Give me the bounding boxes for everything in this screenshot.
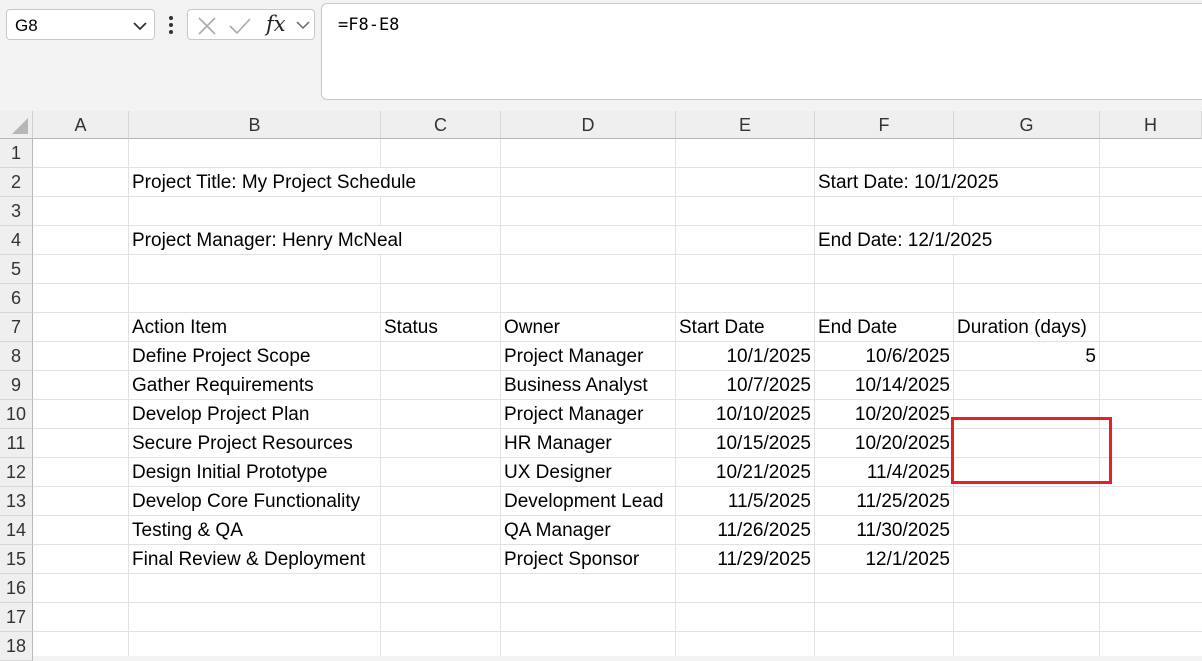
cell-b13[interactable]: Develop Core Functionality bbox=[129, 487, 380, 515]
cell-e15[interactable]: 11/29/2025 bbox=[676, 545, 811, 573]
row-header-18[interactable]: 18 bbox=[0, 632, 33, 661]
cell-f12[interactable]: 11/4/2025 bbox=[815, 458, 950, 486]
cell-f9[interactable]: 10/14/2025 bbox=[815, 371, 950, 399]
cell-e13[interactable]: 11/5/2025 bbox=[676, 487, 811, 515]
cell-b8[interactable]: Define Project Scope bbox=[129, 342, 380, 370]
gridline bbox=[1099, 139, 1100, 656]
cell-d13[interactable]: Development Lead bbox=[501, 487, 675, 515]
row-header-13[interactable]: 13 bbox=[0, 487, 33, 516]
cell-e7[interactable]: Start Date bbox=[676, 313, 814, 341]
cell-d12[interactable]: UX Designer bbox=[501, 458, 675, 486]
cell-b14[interactable]: Testing & QA bbox=[129, 516, 380, 544]
select-all-triangle-icon bbox=[12, 118, 28, 134]
cell-b10[interactable]: Develop Project Plan bbox=[129, 400, 380, 428]
cell-d9[interactable]: Business Analyst bbox=[501, 371, 675, 399]
row-header-6[interactable]: 6 bbox=[0, 284, 33, 313]
cell-d10[interactable]: Project Manager bbox=[501, 400, 675, 428]
row-header-3[interactable]: 3 bbox=[0, 197, 33, 226]
row-header-7[interactable]: 7 bbox=[0, 313, 33, 342]
row-header-1[interactable]: 1 bbox=[0, 139, 33, 168]
row-header-11[interactable]: 11 bbox=[0, 429, 33, 458]
column-header-e[interactable]: E bbox=[676, 111, 815, 139]
cell-g8[interactable]: 5 bbox=[954, 342, 1096, 370]
cancel-icon[interactable] bbox=[196, 15, 218, 37]
cell-f13[interactable]: 11/25/2025 bbox=[815, 487, 950, 515]
cell-c7[interactable]: Status bbox=[381, 313, 500, 341]
confirm-check-icon[interactable] bbox=[228, 15, 252, 37]
cell-e14[interactable]: 11/26/2025 bbox=[676, 516, 811, 544]
row-header-10[interactable]: 10 bbox=[0, 400, 33, 429]
cell-b7[interactable]: Action Item bbox=[129, 313, 380, 341]
column-header-b[interactable]: B bbox=[129, 111, 381, 139]
gridline bbox=[33, 602, 1202, 603]
cell-f10[interactable]: 10/20/2025 bbox=[815, 400, 950, 428]
row-header-14[interactable]: 14 bbox=[0, 516, 33, 545]
formula-text: =F8-E8 bbox=[338, 15, 400, 35]
cell-b9[interactable]: Gather Requirements bbox=[129, 371, 380, 399]
row-header-17[interactable]: 17 bbox=[0, 603, 33, 632]
cell-b11[interactable]: Secure Project Resources bbox=[129, 429, 380, 457]
gridline bbox=[33, 196, 1202, 197]
formula-controls: fx bbox=[187, 9, 315, 40]
cell-e9[interactable]: 10/7/2025 bbox=[676, 371, 811, 399]
highlight-box bbox=[951, 417, 1112, 484]
cell-f11[interactable]: 10/20/2025 bbox=[815, 429, 950, 457]
column-header-g[interactable]: G bbox=[954, 111, 1100, 139]
cell-f14[interactable]: 11/30/2025 bbox=[815, 516, 950, 544]
cell-d8[interactable]: Project Manager bbox=[501, 342, 675, 370]
column-header-f[interactable]: F bbox=[815, 111, 954, 139]
column-header-h[interactable]: H bbox=[1100, 111, 1202, 139]
cell-f4[interactable]: End Date: 12/1/2025 bbox=[815, 226, 993, 254]
row-header-5[interactable]: 5 bbox=[0, 255, 33, 284]
cell-e12[interactable]: 10/21/2025 bbox=[676, 458, 811, 486]
row-header-15[interactable]: 15 bbox=[0, 545, 33, 574]
cell-d15[interactable]: Project Sponsor bbox=[501, 545, 675, 573]
name-box[interactable]: G8 bbox=[6, 9, 155, 40]
cell-f15[interactable]: 12/1/2025 bbox=[815, 545, 950, 573]
cell-b12[interactable]: Design Initial Prototype bbox=[129, 458, 380, 486]
column-header-c[interactable]: C bbox=[381, 111, 501, 139]
cell-f2[interactable]: Start Date: 10/1/2025 bbox=[815, 168, 999, 196]
select-all-button[interactable] bbox=[0, 111, 33, 139]
gridline bbox=[33, 283, 1202, 284]
column-header-a[interactable]: A bbox=[33, 111, 129, 139]
cell-b4[interactable]: Project Manager: Henry McNeal bbox=[129, 226, 403, 254]
gridline bbox=[380, 139, 381, 656]
spreadsheet-grid[interactable]: A B C D E F G H 1 2 3 4 5 6 7 8 9 10 11 … bbox=[0, 111, 1202, 661]
name-box-value: G8 bbox=[15, 16, 38, 35]
row-header-8[interactable]: 8 bbox=[0, 342, 33, 371]
cell-e8[interactable]: 10/1/2025 bbox=[676, 342, 811, 370]
cell-d11[interactable]: HR Manager bbox=[501, 429, 675, 457]
cell-f7[interactable]: End Date bbox=[815, 313, 953, 341]
row-header-9[interactable]: 9 bbox=[0, 371, 33, 400]
cell-e10[interactable]: 10/10/2025 bbox=[676, 400, 811, 428]
column-header-d[interactable]: D bbox=[501, 111, 676, 139]
more-options-icon[interactable] bbox=[166, 14, 176, 36]
insert-function-button[interactable]: fx bbox=[266, 12, 286, 36]
row-header-4[interactable]: 4 bbox=[0, 226, 33, 255]
row-header-12[interactable]: 12 bbox=[0, 458, 33, 487]
row-header-16[interactable]: 16 bbox=[0, 574, 33, 603]
gridline bbox=[953, 139, 954, 656]
cell-g7[interactable]: Duration (days) bbox=[954, 313, 1099, 341]
chevron-down-icon[interactable] bbox=[296, 18, 310, 32]
gridline bbox=[33, 254, 1202, 255]
formula-bar-input[interactable]: =F8-E8 bbox=[321, 3, 1202, 100]
chevron-down-icon[interactable] bbox=[132, 18, 148, 34]
row-header-2[interactable]: 2 bbox=[0, 168, 33, 197]
cell-e11[interactable]: 10/15/2025 bbox=[676, 429, 811, 457]
cell-f8[interactable]: 10/6/2025 bbox=[815, 342, 950, 370]
cell-b15[interactable]: Final Review & Deployment bbox=[129, 545, 380, 573]
gridline bbox=[33, 631, 1202, 632]
gridline bbox=[33, 573, 1202, 574]
cell-d14[interactable]: QA Manager bbox=[501, 516, 675, 544]
cell-b2[interactable]: Project Title: My Project Schedule bbox=[129, 168, 417, 196]
cell-d7[interactable]: Owner bbox=[501, 313, 675, 341]
